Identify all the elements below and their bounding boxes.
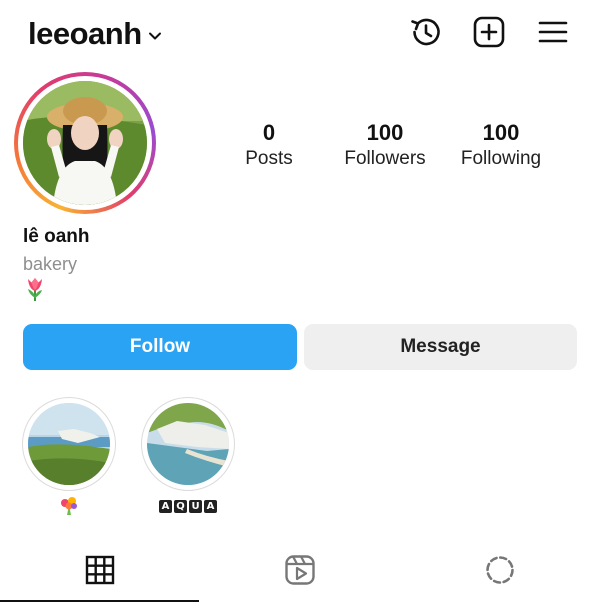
new-post-button[interactable] (471, 14, 507, 50)
username: leeoanh (28, 16, 142, 51)
chevron-down-icon (148, 32, 161, 40)
message-button[interactable]: Message (304, 324, 577, 370)
bouquet-emoji (61, 497, 77, 515)
reels-icon (285, 555, 315, 585)
following-label: Following (460, 148, 542, 169)
following-stat[interactable]: 100 Following (446, 120, 556, 172)
tab-posts-grid[interactable] (82, 552, 118, 588)
grid-icon (85, 555, 115, 585)
username-switcher[interactable]: leeoanh (28, 14, 162, 54)
posts-count: 0 (262, 120, 276, 145)
followers-count: 100 (366, 120, 404, 145)
new-post-icon (473, 16, 505, 48)
highlight-cover (147, 403, 229, 485)
history-icon (411, 18, 440, 46)
followers-stat[interactable]: 100 Followers (330, 120, 440, 172)
letter-tile: Q (174, 499, 187, 513)
active-tab-indicator (0, 600, 199, 602)
following-count: 100 (482, 120, 520, 145)
menu-icon (538, 21, 568, 43)
tab-reels[interactable] (282, 552, 318, 588)
tagged-icon (486, 556, 514, 584)
story-highlight[interactable] (22, 397, 116, 491)
avatar-photo (23, 81, 147, 205)
letter-tile: U (189, 499, 202, 513)
letter-tile: A (159, 499, 172, 513)
tulip-emoji (28, 278, 42, 301)
letter-tile: A (204, 499, 217, 513)
story-highlight[interactable] (141, 397, 235, 491)
profile-category: bakery (23, 254, 78, 274)
tab-tagged[interactable] (482, 552, 518, 588)
posts-label: Posts (245, 148, 293, 169)
highlight-label: A Q U A (141, 496, 235, 516)
posts-stat: 0 Posts (214, 120, 324, 172)
profile-avatar[interactable] (14, 72, 156, 214)
history-button[interactable] (407, 14, 443, 50)
followers-label: Followers (344, 148, 426, 169)
highlight-label (22, 496, 116, 516)
menu-button[interactable] (535, 14, 571, 50)
follow-button[interactable]: Follow (23, 324, 297, 370)
highlight-cover (28, 403, 110, 485)
profile-full-name: lê oanh (23, 226, 90, 247)
